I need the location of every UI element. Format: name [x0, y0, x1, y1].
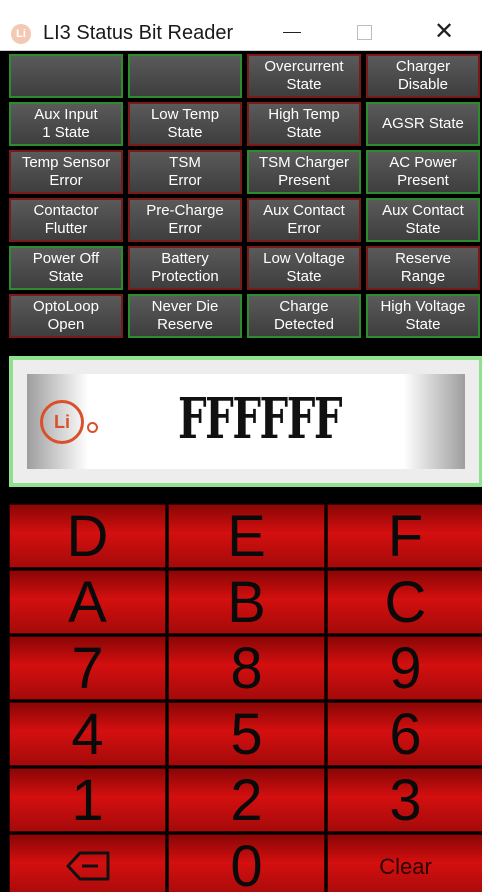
hex-keypad: D E F A B C 7 8 9 4 5 6 1 2 3 0 Clear [9, 504, 482, 892]
li-logo-icon: Li [40, 400, 84, 444]
close-button[interactable]: ✕ [416, 15, 472, 51]
status-bit-low-temp-state: Low Temp State [128, 102, 242, 146]
key-4[interactable]: 4 [9, 702, 166, 766]
status-bit-power-off-state: Power Off State [9, 246, 123, 290]
key-5[interactable]: 5 [168, 702, 325, 766]
close-icon: ✕ [433, 18, 455, 45]
maximize-icon [357, 25, 372, 40]
logo-dot-icon [87, 422, 98, 433]
status-bit-tsm-error: TSM Error [128, 150, 242, 194]
status-bit-pre-charge-error: Pre-Charge Error [128, 198, 242, 242]
app-logo-icon: Li [11, 24, 31, 44]
minimize-icon [283, 32, 301, 33]
key-3[interactable]: 3 [327, 768, 482, 832]
status-bit-aux-input-1-state: Aux Input 1 State [9, 102, 123, 146]
minimize-button[interactable] [266, 15, 322, 51]
key-0[interactable]: 0 [168, 834, 325, 892]
hex-display-panel: Li FFFFFF [27, 374, 465, 469]
status-bit-high-temp-state: High Temp State [247, 102, 361, 146]
status-bit-temp-sensor-error: Temp Sensor Error [9, 150, 123, 194]
app-window: Li LI3 Status Bit Reader ✕ Overcurrent S… [0, 0, 482, 892]
window-title: LI3 Status Bit Reader [43, 22, 234, 44]
status-bit-contactor-flutter: Contactor Flutter [9, 198, 123, 242]
clear-button[interactable]: Clear [327, 834, 482, 892]
maximize-button[interactable] [338, 15, 394, 51]
key-9[interactable]: 9 [327, 636, 482, 700]
status-bit-optoloop-open: OptoLoop Open [9, 294, 123, 338]
hex-display: Li FFFFFF [9, 356, 482, 487]
status-bit-grid: Overcurrent State Charger Disable Aux In… [9, 54, 482, 340]
hex-value-readout: FFFFFF [178, 386, 343, 452]
status-bit-tsm-charger-present: TSM Charger Present [247, 150, 361, 194]
key-b[interactable]: B [168, 570, 325, 634]
title-bar: Li LI3 Status Bit Reader ✕ [0, 0, 482, 51]
status-bit-charger-disable: Charger Disable [366, 54, 480, 98]
key-2[interactable]: 2 [168, 768, 325, 832]
key-8[interactable]: 8 [168, 636, 325, 700]
key-d[interactable]: D [9, 504, 166, 568]
status-bit-agsr-state: AGSR State [366, 102, 480, 146]
key-a[interactable]: A [9, 570, 166, 634]
status-bit-low-voltage-state: Low Voltage State [247, 246, 361, 290]
status-bit-battery-protection: Battery Protection [128, 246, 242, 290]
status-bit-high-voltage-state: High Voltage State [366, 294, 480, 338]
key-1[interactable]: 1 [9, 768, 166, 832]
key-e[interactable]: E [168, 504, 325, 568]
status-bit-charge-detected: Charge Detected [247, 294, 361, 338]
key-7[interactable]: 7 [9, 636, 166, 700]
status-bit-aux-contact-state: Aux Contact State [366, 198, 480, 242]
status-bit-aux-contact-error: Aux Contact Error [247, 198, 361, 242]
status-bit-reserve-range: Reserve Range [366, 246, 480, 290]
backspace-icon [66, 851, 110, 881]
key-6[interactable]: 6 [327, 702, 482, 766]
status-bit-ac-power-present: AC Power Present [366, 150, 480, 194]
key-c[interactable]: C [327, 570, 482, 634]
status-bit-cell [9, 54, 123, 98]
key-f[interactable]: F [327, 504, 482, 568]
status-bit-cell [128, 54, 242, 98]
status-bit-overcurrent-state: Overcurrent State [247, 54, 361, 98]
backspace-button[interactable] [9, 834, 166, 892]
status-bit-never-die-reserve: Never Die Reserve [128, 294, 242, 338]
